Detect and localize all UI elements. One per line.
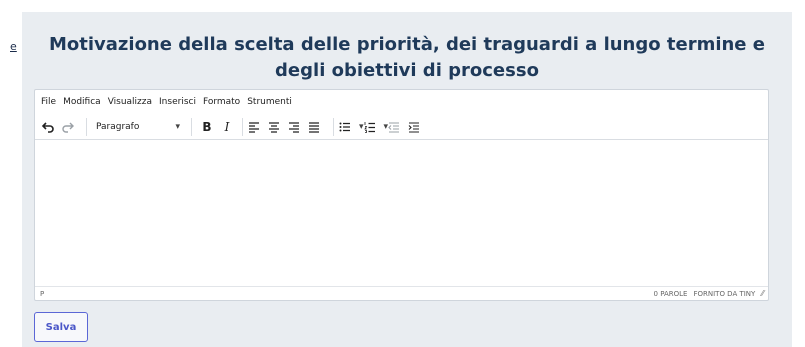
menu-file[interactable]: File	[41, 97, 56, 107]
toolbar-separator	[242, 117, 243, 136]
status-right: 0 PAROLE FORNITO DA TINY ⁄⁄	[648, 289, 768, 298]
align-justify-icon[interactable]	[308, 121, 328, 133]
left-text-fragment: e	[10, 40, 17, 53]
left-edge: e	[0, 0, 22, 347]
menu-strumenti[interactable]: Strumenti	[247, 97, 292, 107]
bold-icon[interactable]: B	[197, 120, 217, 134]
content-panel: Motivazione della scelta delle priorità,…	[22, 12, 792, 347]
numbered-list-icon[interactable]	[363, 121, 384, 133]
menu-modifica[interactable]: Modifica	[63, 97, 101, 107]
block-format-value: Paragrafo	[96, 121, 140, 132]
toolbar-separator	[333, 117, 334, 136]
editor-statusbar: P 0 PAROLE FORNITO DA TINY ⁄⁄	[35, 286, 768, 300]
redo-icon[interactable]	[61, 120, 81, 134]
rich-text-editor: File Modifica Visualizza Inserisci Forma…	[34, 89, 769, 301]
element-path[interactable]: P	[35, 290, 44, 298]
bullet-list-icon[interactable]	[339, 121, 359, 133]
chevron-down-icon: ▾	[175, 121, 180, 132]
editor-toolbar: Paragrafo ▾ B I ▾ ▾	[35, 114, 768, 140]
align-center-icon[interactable]	[268, 121, 288, 133]
menu-formato[interactable]: Formato	[203, 97, 240, 107]
powered-by-link[interactable]: FORNITO DA TINY	[693, 290, 755, 298]
indent-icon[interactable]	[408, 121, 428, 133]
save-button[interactable]: Salva	[34, 312, 88, 342]
toolbar-separator	[191, 117, 192, 136]
word-count[interactable]: 0 PAROLE	[654, 290, 688, 298]
menu-inserisci[interactable]: Inserisci	[159, 97, 196, 107]
outdent-icon[interactable]	[388, 121, 408, 133]
block-format-select[interactable]: Paragrafo ▾	[92, 122, 186, 132]
section-title: Motivazione della scelta delle priorità,…	[48, 34, 765, 81]
align-right-icon[interactable]	[288, 121, 308, 133]
undo-icon[interactable]	[41, 120, 61, 134]
italic-icon[interactable]: I	[217, 120, 237, 134]
align-left-icon[interactable]	[248, 121, 268, 133]
toolbar-separator	[86, 117, 87, 136]
editor-menubar: File Modifica Visualizza Inserisci Forma…	[35, 90, 768, 114]
menu-visualizza[interactable]: Visualizza	[108, 97, 152, 107]
editor-content-area[interactable]	[35, 140, 768, 287]
resize-handle-icon[interactable]: ⁄⁄	[761, 289, 764, 298]
